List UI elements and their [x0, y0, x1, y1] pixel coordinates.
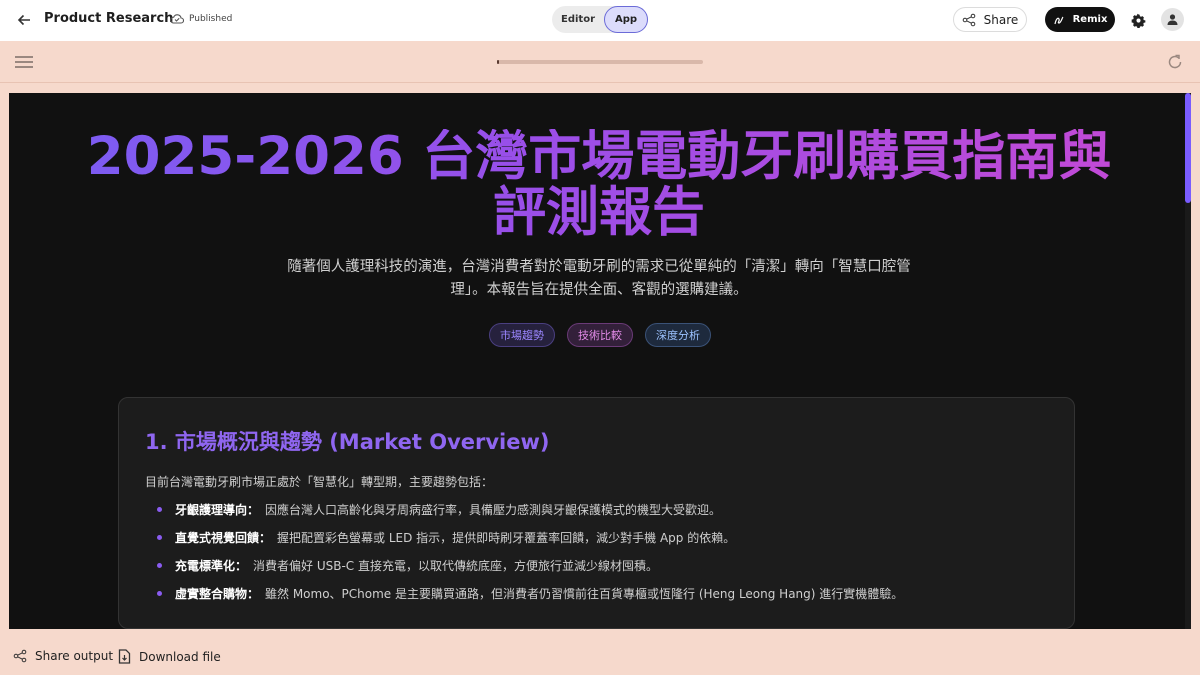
top-app-bar: Product Research Published Editor App Sh…: [0, 0, 1200, 41]
list-item: 直覺式視覺回饋： 握把配置彩色螢幕或 LED 指示，提供即時刷牙覆蓋率回饋，減少對…: [157, 529, 903, 557]
scroll-thumb[interactable]: [1185, 93, 1191, 203]
bullet-dot: [157, 507, 162, 512]
menu-button[interactable]: [15, 54, 33, 70]
hamburger-icon-line: [15, 61, 33, 63]
download-file-label: Download file: [139, 649, 221, 664]
list-item-term: 虛實整合購物：: [175, 587, 260, 601]
refresh-icon: [1168, 54, 1182, 69]
app-mode-button[interactable]: App: [604, 6, 648, 33]
gear-icon: [1131, 13, 1145, 28]
editor-mode-button[interactable]: Editor: [552, 6, 604, 33]
scrollbar[interactable]: [1185, 93, 1191, 629]
market-overview-card: 1. 市場概況與趨勢 (Market Overview) 目前台灣電動牙刷市場正…: [118, 397, 1075, 629]
account-button[interactable]: [1161, 8, 1184, 31]
hamburger-icon-line: [15, 66, 33, 68]
bullet-dot: [157, 535, 162, 540]
settings-button[interactable]: [1128, 10, 1148, 30]
share-icon: [962, 13, 975, 26]
app-preview-frame: 2025-2026 台灣市場電動牙刷購買指南與評測報告 隨著個人護理科技的演進，…: [9, 93, 1191, 629]
publish-status: Published: [170, 13, 232, 24]
list-item: 充電標準化： 消費者偏好 USB-C 直接充電，以取代傳統底座，方便旅行並減少線材…: [157, 557, 903, 585]
trend-list: 牙齦護理導向： 因應台灣人口高齡化與牙周病盛行率，具備壓力感測與牙齦保護模式的機型…: [157, 501, 903, 613]
section-intro: 目前台灣電動牙刷市場正處於「智慧化」轉型期，主要趨勢包括：: [145, 475, 494, 489]
bottom-bar: Share output Download file: [0, 640, 1200, 675]
remix-label: Remix: [1072, 14, 1108, 25]
remix-button[interactable]: Remix: [1045, 7, 1115, 32]
share-button[interactable]: Share: [953, 7, 1027, 32]
list-item-term: 牙齦護理導向：: [175, 503, 260, 517]
person-icon: [1167, 14, 1178, 25]
download-file-button[interactable]: Download file: [118, 649, 221, 664]
list-item-text: 因應台灣人口高齡化與牙周病盛行率，具備壓力感測與牙齦保護模式的機型大受歡迎。: [265, 503, 722, 517]
share-icon: [13, 649, 27, 663]
report-title: 2025-2026 台灣市場電動牙刷購買指南與評測報告: [69, 129, 1129, 241]
bullet-dot: [157, 591, 162, 596]
list-item-text: 消費者偏好 USB-C 直接充電，以取代傳統底座，方便旅行並減少線材囤積。: [253, 559, 658, 573]
list-item: 虛實整合購物： 雖然 Momo、PChome 是主要購買通路，但消費者仍習慣前往百…: [157, 585, 903, 613]
progress-fill: [497, 60, 500, 64]
tag-chip: 市場趨勢: [489, 323, 555, 347]
progress-bar: [497, 60, 703, 64]
list-item-term: 直覺式視覺回饋：: [175, 531, 272, 545]
publish-status-label: Published: [189, 13, 233, 24]
share-label: Share: [983, 12, 1019, 27]
section-title: 1. 市場概況與趨勢 (Market Overview): [145, 430, 550, 454]
back-button[interactable]: [14, 10, 34, 30]
bullet-dot: [157, 563, 162, 568]
tag-chip: 深度分析: [645, 323, 711, 347]
arrow-back-icon: [17, 14, 30, 26]
share-output-label: Share output: [35, 649, 114, 663]
tag-list: 市場趨勢 技術比較 深度分析: [9, 323, 1191, 347]
report-subtitle: 隨著個人護理科技的演進，台灣消費者對於電動牙刷的需求已從單純的「清潔」轉向「智慧…: [287, 259, 911, 298]
list-item-text: 雖然 Momo、PChome 是主要購買通路，但消費者仍習慣前往百貨專櫃或恆隆行…: [265, 587, 904, 601]
list-item: 牙齦護理導向： 因應台灣人口高齡化與牙周病盛行率，具備壓力感測與牙齦保護模式的機型…: [157, 501, 903, 529]
reload-button[interactable]: [1165, 52, 1185, 72]
tag-chip: 技術比較: [567, 323, 633, 347]
mode-toggle: Editor App: [552, 6, 648, 33]
app-title: Product Research: [44, 11, 174, 26]
cloud-done-icon: [170, 14, 184, 24]
list-item-text: 握把配置彩色螢幕或 LED 指示，提供即時刷牙覆蓋率回饋，減少對手機 App 的…: [277, 531, 736, 545]
remix-icon: [1054, 16, 1064, 24]
preview-toolbar: [0, 41, 1200, 83]
hamburger-icon: [15, 56, 33, 58]
list-item-term: 充電標準化：: [175, 559, 248, 573]
file-download-icon: [118, 649, 131, 664]
share-output-button[interactable]: Share output: [13, 649, 113, 663]
